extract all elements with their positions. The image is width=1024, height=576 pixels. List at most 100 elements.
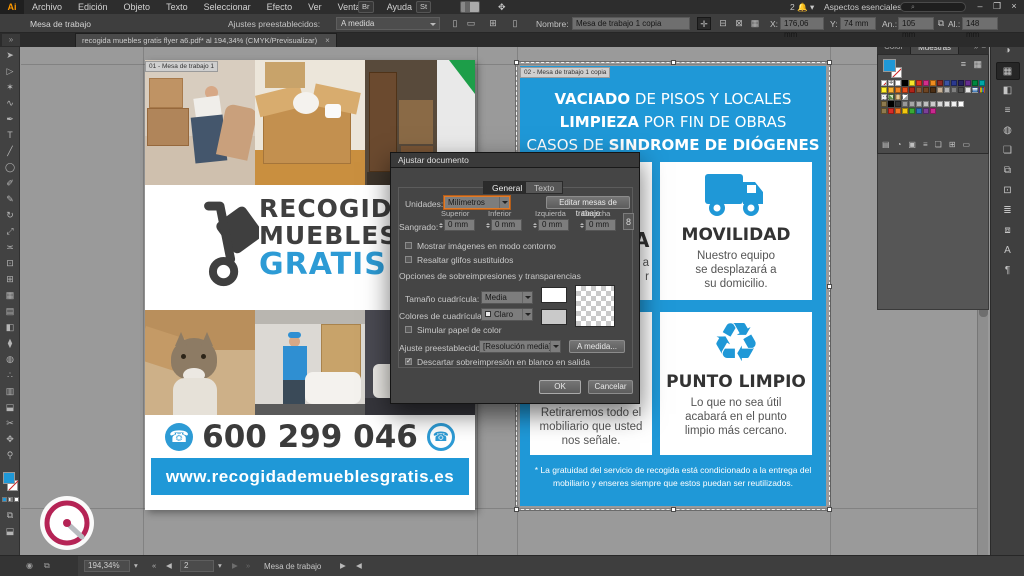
fill-color-indicator[interactable] bbox=[883, 59, 896, 72]
stroke-panel-icon[interactable]: ≡ bbox=[996, 102, 1020, 120]
color-swatch[interactable] bbox=[909, 101, 915, 107]
ajuste-dropdown[interactable]: [Resolución media] bbox=[479, 340, 561, 353]
color-swatch[interactable] bbox=[895, 101, 901, 107]
graph-tool-icon[interactable]: ▥ bbox=[0, 383, 20, 399]
website-bar[interactable]: www.recogidademueblesgratis.es bbox=[151, 458, 469, 495]
grad-rainbow-swatch[interactable] bbox=[979, 87, 985, 93]
color-swatch[interactable] bbox=[923, 80, 929, 86]
prev-artboard-icon[interactable]: ◀ bbox=[166, 561, 172, 570]
a-medida-button[interactable]: A medida... bbox=[569, 340, 625, 353]
preset-dropdown[interactable]: A medida bbox=[336, 17, 440, 30]
zoom-level-field[interactable]: 194,34% bbox=[84, 560, 130, 572]
color-swatch[interactable] bbox=[930, 108, 936, 114]
menu-item[interactable]: Edición bbox=[70, 0, 116, 14]
menu-item[interactable]: Texto bbox=[158, 0, 196, 14]
photo-boxes-teapot[interactable] bbox=[255, 60, 365, 185]
y-value-field[interactable]: 74 mm bbox=[840, 17, 876, 30]
list-view-icon[interactable]: ≡ bbox=[961, 59, 966, 69]
hand-tool-icon[interactable]: ✥ bbox=[0, 431, 20, 447]
menu-item[interactable]: Archivo bbox=[24, 0, 70, 14]
delete-artboard-icon[interactable]: ▯ bbox=[508, 17, 522, 30]
width-value-field[interactable]: 105 mm bbox=[898, 17, 934, 30]
screen-mode-icon[interactable]: ⬓ bbox=[0, 523, 20, 539]
colores-dropdown[interactable]: Claro bbox=[481, 308, 533, 321]
document-tab[interactable]: recogida muebles gratis flyer a6.pdf* al… bbox=[75, 33, 337, 47]
tab-close-icon[interactable]: × bbox=[325, 36, 330, 45]
phone-row[interactable]: ☎ 600 299 046 ☎ bbox=[145, 415, 475, 458]
descartar-checkbox[interactable]: ✓ bbox=[405, 358, 412, 365]
color-swatch[interactable] bbox=[958, 80, 964, 86]
menu-item[interactable]: Objeto bbox=[116, 0, 159, 14]
color-swatch[interactable] bbox=[909, 108, 915, 114]
color-swatch[interactable] bbox=[958, 101, 964, 107]
paintbrush-tool-icon[interactable]: ✐ bbox=[0, 175, 20, 191]
color-swatch[interactable] bbox=[902, 101, 908, 107]
color-swatch[interactable] bbox=[923, 108, 929, 114]
color-swatch[interactable] bbox=[909, 87, 915, 93]
grid-view-icon[interactable]: ▦ bbox=[973, 59, 982, 70]
selection-tool-icon[interactable]: ➤ bbox=[0, 47, 20, 63]
zoom-tool-icon[interactable]: ⚲ bbox=[0, 447, 20, 463]
color-swatch[interactable] bbox=[951, 87, 957, 93]
unidades-dropdown[interactable]: Milímetros bbox=[444, 196, 510, 209]
landscape-orientation-icon[interactable]: ▭ bbox=[464, 17, 478, 30]
card-punto-limpio[interactable]: ♻ PUNTO LIMPIO Lo que no sea útilacabará… bbox=[660, 312, 812, 455]
type-tool-icon[interactable]: T bbox=[0, 127, 20, 143]
swatches-panel-icon[interactable]: ▦ bbox=[996, 62, 1020, 80]
ok-button[interactable]: OK bbox=[539, 380, 581, 394]
link-bleeds-icon[interactable]: 8 bbox=[623, 213, 634, 230]
contorno-checkbox[interactable] bbox=[405, 242, 412, 249]
preset-options-icon[interactable]: ⊟ bbox=[716, 17, 730, 30]
artboard-tool-icon[interactable]: ⬓ bbox=[0, 399, 20, 415]
bleed-value-field[interactable]: 0 mm bbox=[444, 219, 475, 231]
color-swatch[interactable] bbox=[895, 87, 901, 93]
tamano-dropdown[interactable]: Media bbox=[481, 291, 533, 304]
new-artboard-icon[interactable]: ⊞ bbox=[486, 17, 500, 30]
eyedropper-tool-icon[interactable]: ⧫ bbox=[0, 335, 20, 351]
none-swatch[interactable] bbox=[881, 80, 887, 86]
panel-collapse-icon[interactable]: » bbox=[2, 34, 20, 46]
transform-panel-icon[interactable]: ⊡ bbox=[996, 182, 1020, 200]
color-swatch[interactable] bbox=[937, 101, 943, 107]
color-swatch[interactable] bbox=[930, 101, 936, 107]
last-artboard-icon[interactable]: » bbox=[246, 561, 250, 570]
artboard-2-label[interactable]: 02 - Mesa de trabajo 1 copia bbox=[520, 67, 610, 78]
pathfinder-panel-icon[interactable]: ⧈ bbox=[996, 222, 1020, 240]
symbol-sprayer-tool-icon[interactable]: ∴ bbox=[0, 367, 20, 383]
color-swatch[interactable] bbox=[965, 87, 971, 93]
photo-man-loading-van[interactable] bbox=[255, 310, 365, 415]
color-swatch[interactable] bbox=[902, 80, 908, 86]
ellipse-tool-icon[interactable]: ◯ bbox=[0, 159, 20, 175]
perspective-grid-tool-icon[interactable]: ▦ bbox=[0, 287, 20, 303]
tab-general[interactable]: General bbox=[483, 181, 531, 194]
gradient-mode-icon[interactable] bbox=[8, 497, 13, 502]
swatch-libraries-icon[interactable]: ▤ bbox=[882, 139, 890, 151]
mesh-tool-icon[interactable]: ▤ bbox=[0, 303, 20, 319]
draw-mode-icon[interactable]: ⧉ bbox=[0, 507, 20, 523]
footnote-text[interactable]: * La gratuidad del servicio de recogida … bbox=[520, 464, 826, 490]
slice-tool-icon[interactable]: ✂ bbox=[0, 415, 20, 431]
stepper-icon[interactable] bbox=[531, 219, 538, 231]
zoom-dropdown-icon[interactable]: ▾ bbox=[134, 561, 138, 570]
swatch-kinds-icon[interactable]: ▣ bbox=[908, 139, 916, 151]
bridge-button[interactable]: Br bbox=[358, 1, 374, 13]
pencil-tool-icon[interactable]: ✎ bbox=[0, 191, 20, 207]
status-icon-preview[interactable]: ◉ bbox=[26, 561, 33, 570]
lasso-tool-icon[interactable]: ∿ bbox=[0, 95, 20, 111]
height-value-field[interactable]: 148 mm bbox=[962, 17, 998, 30]
color-swatch[interactable] bbox=[916, 101, 922, 107]
bleed-value-field[interactable]: 0 mm bbox=[491, 219, 522, 231]
artboards-panel-icon[interactable]: ⧉ bbox=[996, 162, 1020, 180]
color-swatch[interactable] bbox=[951, 80, 957, 86]
color-mode-icon[interactable] bbox=[2, 497, 7, 502]
corner-swatch[interactable] bbox=[902, 94, 908, 100]
color-swatch[interactable] bbox=[944, 87, 950, 93]
shape-builder-tool-icon[interactable]: ⊞ bbox=[0, 271, 20, 287]
photo-man-lifting-sofa[interactable] bbox=[145, 60, 255, 185]
magic-wand-tool-icon[interactable]: ✶ bbox=[0, 79, 20, 95]
color-swatch[interactable] bbox=[881, 87, 887, 93]
character-panel-icon[interactable]: A bbox=[996, 242, 1020, 260]
scale-tool-icon[interactable]: ⤢ bbox=[0, 223, 20, 239]
color-swatch[interactable] bbox=[888, 87, 894, 93]
minimize-button[interactable]: – bbox=[972, 0, 988, 13]
